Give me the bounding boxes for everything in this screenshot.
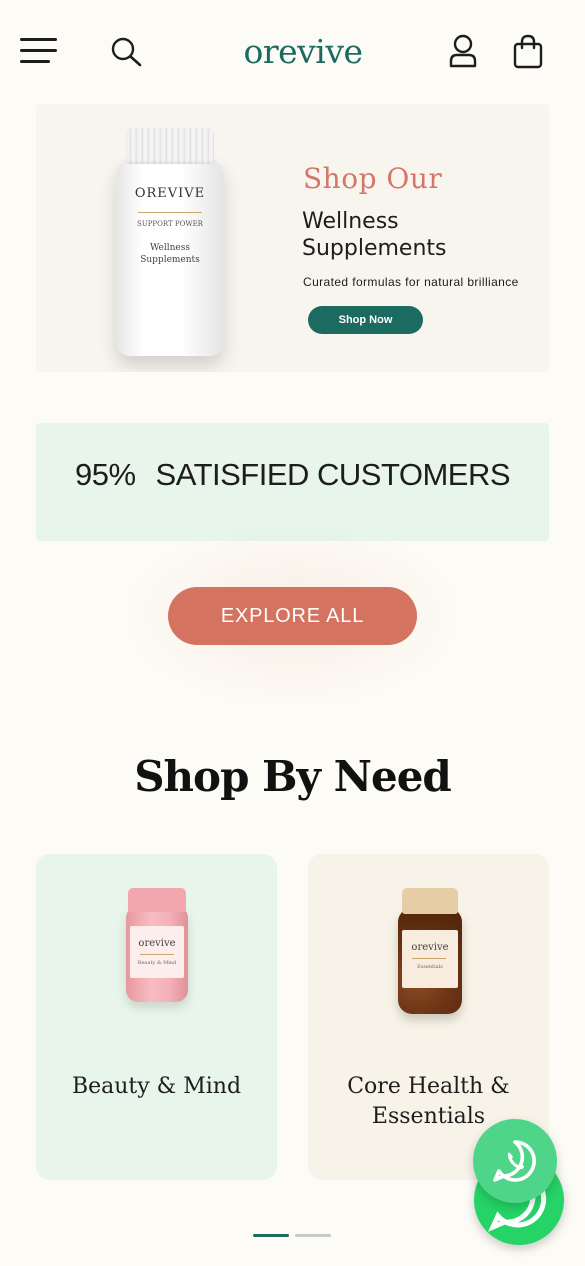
stat-percent: 95%: [74, 457, 136, 492]
site-header: orevive: [0, 0, 585, 104]
carousel-dot[interactable]: [295, 1234, 331, 1237]
hero-kicker: Shop Our: [303, 162, 443, 195]
hero-banner: OREVIVE SUPPORT POWER Wellness Supplemen…: [36, 104, 549, 372]
bottle-description: Wellness Supplements: [140, 243, 200, 265]
stat-text: 95% SATISFIED CUSTOMERS: [36, 423, 549, 527]
shop-by-need-title: Shop By Need: [134, 752, 452, 801]
stat-label: SATISFIED CUSTOMERS: [155, 457, 511, 492]
bottle-brand: OREVIVE: [134, 186, 206, 201]
category-card-beauty-mind[interactable]: orevive Beauty & Mind Beauty & Mind: [36, 854, 277, 1180]
explore-all-button[interactable]: EXPLORE ALL: [168, 587, 417, 645]
amber-jar-image: orevive Essentials: [398, 888, 462, 1016]
hero-subtitle: Curated formulas for natural brilliance: [303, 275, 519, 289]
category-label: Beauty & Mind: [71, 1074, 242, 1099]
bottle-line: SUPPORT POWER: [137, 220, 203, 228]
shopping-bag-icon[interactable]: [511, 34, 545, 70]
shop-now-button[interactable]: Shop Now: [308, 306, 423, 334]
pink-jar-image: orevive Beauty & Mind: [126, 888, 188, 1006]
carousel-dot-active[interactable]: [253, 1234, 289, 1237]
hero-title: Wellness Supplements: [302, 209, 447, 261]
site-logo[interactable]: orevive: [230, 28, 376, 76]
user-icon[interactable]: [446, 34, 480, 70]
search-icon[interactable]: [110, 36, 144, 68]
product-bottle-image: OREVIVE SUPPORT POWER Wellness Supplemen…: [116, 128, 224, 360]
whatsapp-icon[interactable]: [473, 1119, 557, 1203]
menu-icon[interactable]: [20, 38, 58, 66]
